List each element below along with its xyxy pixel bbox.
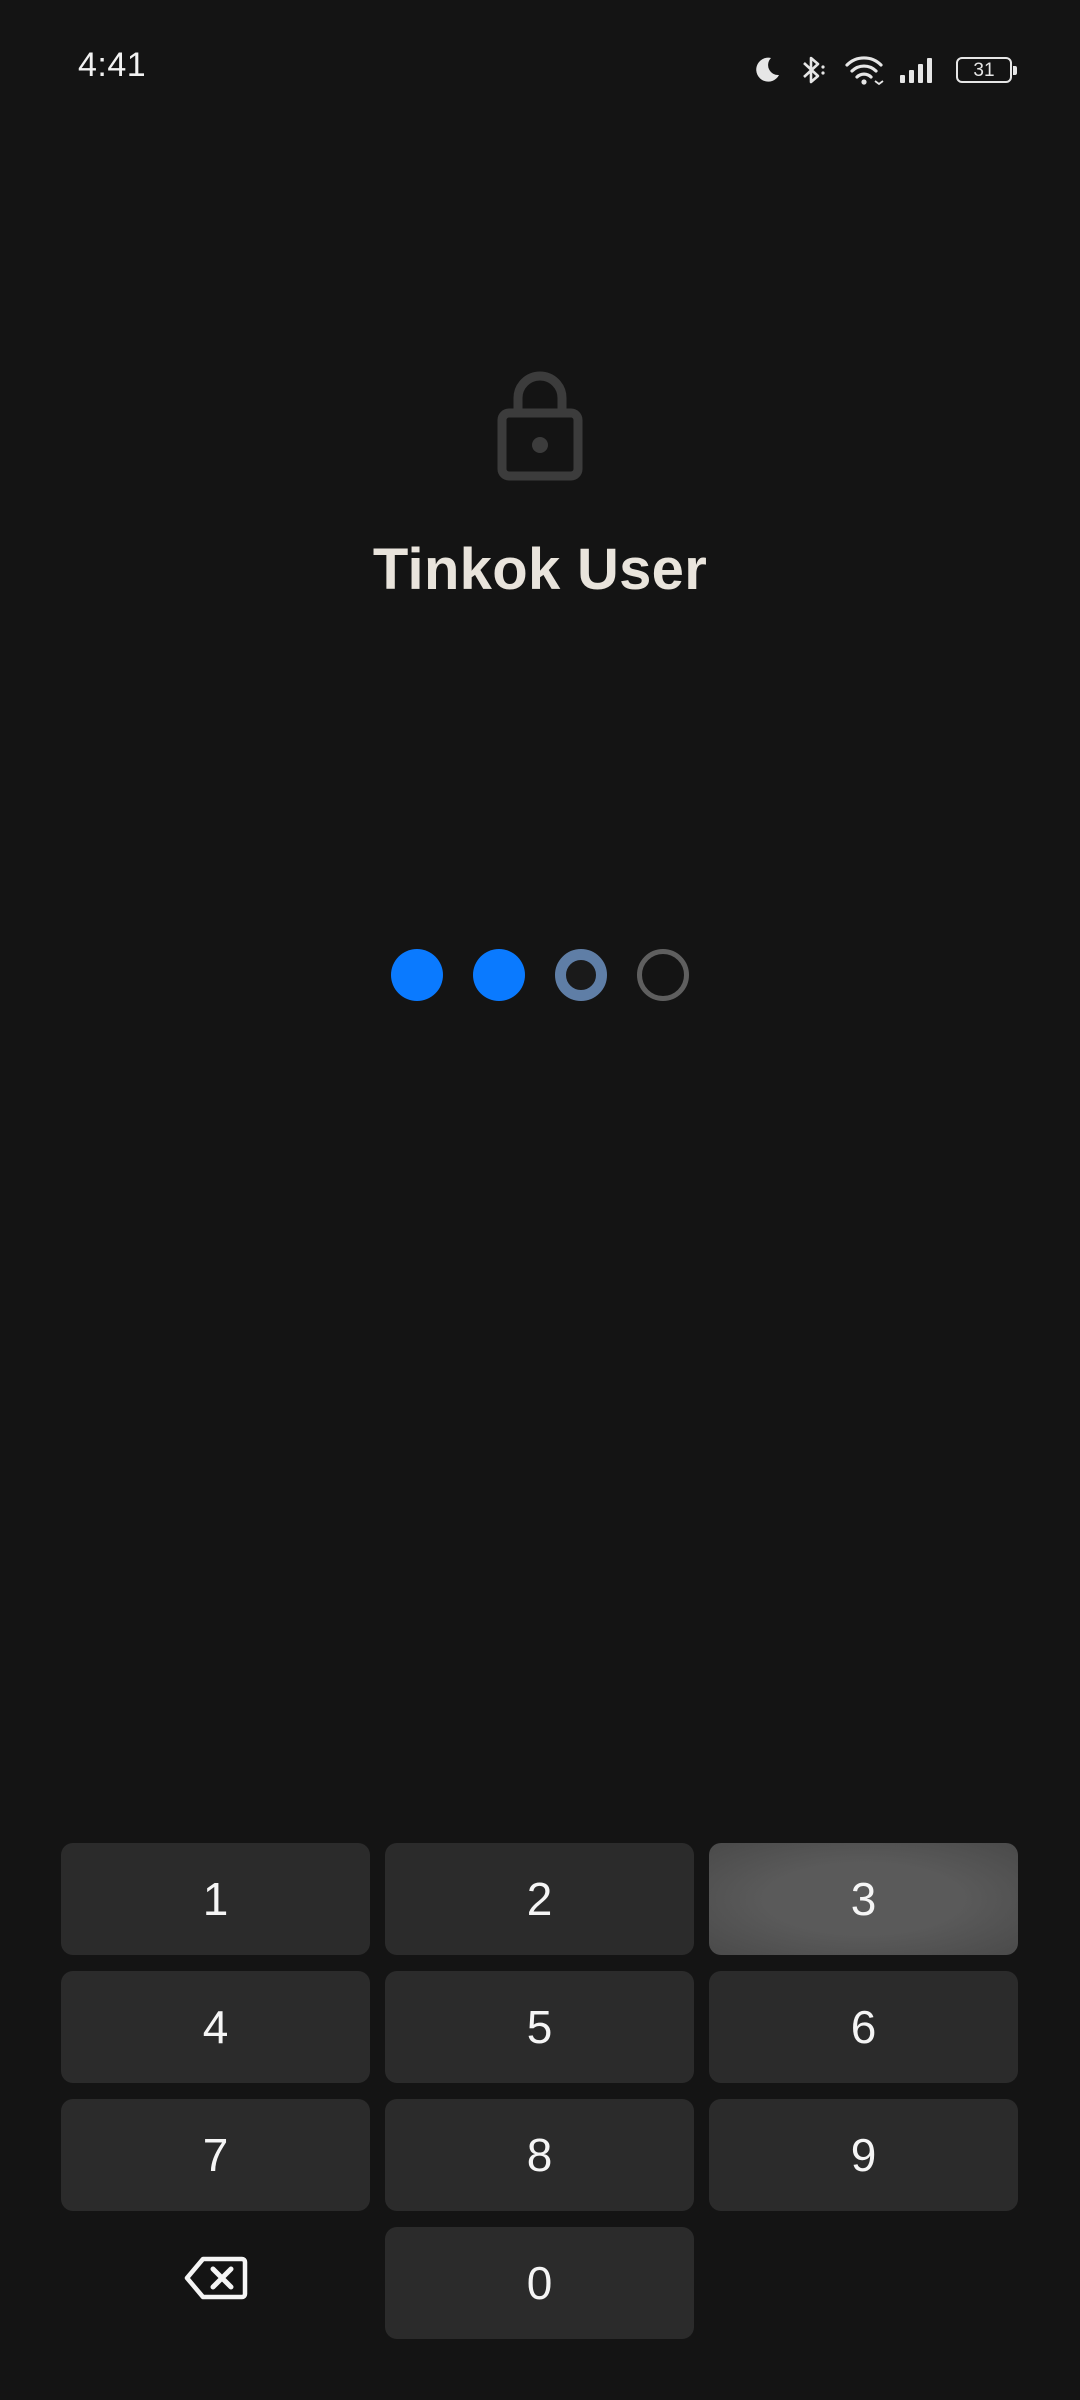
key-9[interactable]: 9 bbox=[709, 2099, 1018, 2211]
signal-icon bbox=[898, 55, 936, 85]
pin-indicator bbox=[0, 949, 1080, 1001]
account-title: Tinkok User bbox=[372, 537, 708, 602]
backspace-icon bbox=[184, 2255, 248, 2312]
backspace-button[interactable] bbox=[61, 2227, 370, 2339]
pin-dot-empty bbox=[637, 949, 689, 1001]
key-4[interactable]: 4 bbox=[61, 1971, 370, 2083]
battery-level: 31 bbox=[973, 59, 995, 81]
keypad-empty-slot bbox=[709, 2227, 1018, 2339]
key-6[interactable]: 6 bbox=[709, 1971, 1018, 2083]
key-2[interactable]: 2 bbox=[385, 1843, 694, 1955]
pin-dot-current bbox=[555, 949, 607, 1001]
lock-icon bbox=[497, 370, 583, 482]
pin-dot-filled bbox=[391, 949, 443, 1001]
status-time: 4:41 bbox=[78, 46, 147, 84]
numeric-keypad: 1 2 3 4 5 6 7 8 9 0 bbox=[61, 1843, 1019, 2339]
key-1[interactable]: 1 bbox=[61, 1843, 370, 1955]
bluetooth-icon bbox=[796, 53, 830, 87]
pin-dot-filled bbox=[473, 949, 525, 1001]
key-8[interactable]: 8 bbox=[385, 2099, 694, 2211]
status-icons: 31 bbox=[752, 50, 1017, 90]
wifi-icon bbox=[844, 53, 884, 87]
key-3[interactable]: 3 bbox=[709, 1843, 1018, 1955]
key-5[interactable]: 5 bbox=[385, 1971, 694, 2083]
battery-icon: 31 bbox=[956, 57, 1017, 83]
key-7[interactable]: 7 bbox=[61, 2099, 370, 2211]
status-bar: 4:41 31 bbox=[0, 0, 1080, 130]
key-0[interactable]: 0 bbox=[385, 2227, 694, 2339]
moon-icon bbox=[752, 55, 782, 85]
